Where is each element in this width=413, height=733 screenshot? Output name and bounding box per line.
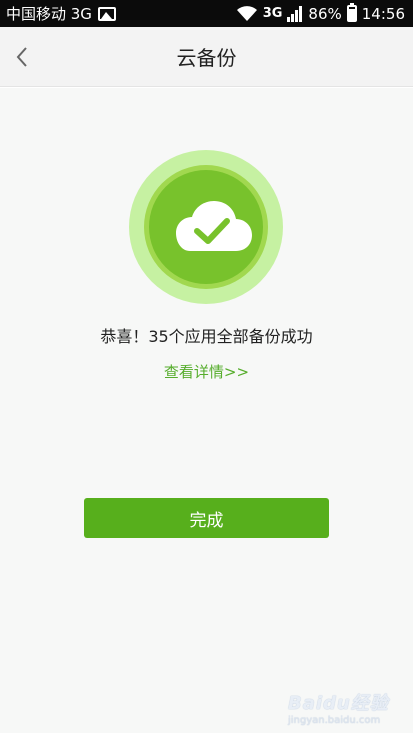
page-title: 云备份 xyxy=(176,46,237,70)
watermark-url: jingyan.baidu.com xyxy=(288,715,381,726)
done-button[interactable]: 完成 xyxy=(84,498,329,538)
success-message: 恭喜！35个应用全部备份成功 xyxy=(100,327,313,346)
status-bar: 中国移动 3G 3G 86% 14:56 xyxy=(0,0,413,27)
image-icon xyxy=(97,6,116,21)
cloud-check-icon xyxy=(129,150,283,304)
chevron-left-icon xyxy=(16,47,27,67)
carrier-label: 中国移动 3G xyxy=(6,5,92,23)
navigation-bar: 云备份 xyxy=(0,27,413,87)
battery-percent: 86% xyxy=(308,4,342,23)
status-left: 中国移动 3G xyxy=(6,3,116,24)
back-button[interactable] xyxy=(2,35,42,79)
wifi-icon xyxy=(236,6,257,21)
watermark: Baidu经验 jingyan.baidu.com xyxy=(288,689,403,726)
watermark-logo: Baidu经验 xyxy=(288,693,389,714)
view-details-link[interactable]: 查看详情>> xyxy=(0,361,413,382)
main-content: 恭喜！35个应用全部备份成功 查看详情>> 完成 Baidu经验 jingyan… xyxy=(0,88,413,733)
battery-icon xyxy=(346,3,357,22)
status-right: 3G 86% 14:56 xyxy=(236,3,405,23)
signal-icon xyxy=(287,5,303,22)
clock: 14:56 xyxy=(361,4,405,23)
network-badge: 3G xyxy=(262,6,283,21)
